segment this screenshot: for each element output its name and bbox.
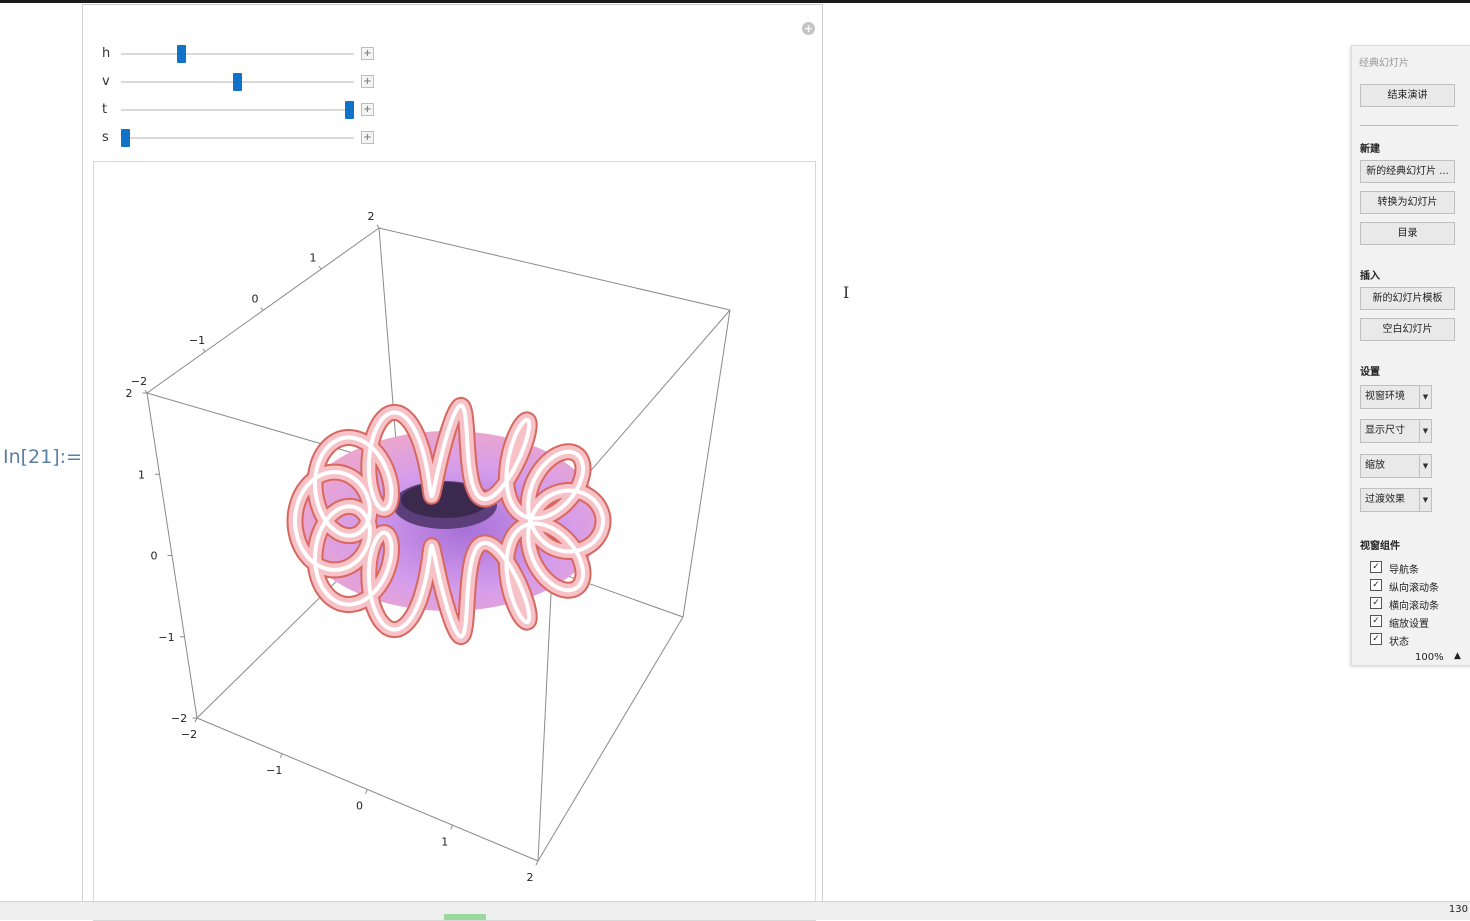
classic-slides-palette: 经典幻灯片 结束演讲 新建 新的经典幻灯片 ... 转换为幻灯片 目录 插入 新…: [1351, 45, 1470, 666]
chevron-down-icon[interactable]: ▼: [1419, 386, 1431, 408]
slider-h[interactable]: h +: [83, 44, 383, 64]
dropdown-label: 缩放: [1365, 460, 1385, 471]
table-of-contents-button[interactable]: 目录: [1360, 222, 1455, 245]
window-environment-dropdown[interactable]: 视窗环境 ▼: [1360, 385, 1432, 409]
chevron-down-icon[interactable]: ▼: [1419, 455, 1431, 477]
expand-icon[interactable]: +: [361, 131, 374, 144]
slider-label: s: [102, 130, 109, 145]
section-settings: 设置: [1360, 367, 1380, 378]
window-status-bar: 130: [0, 901, 1470, 920]
checkbox-vertical-scrollbar[interactable]: ✓ 纵向滚动条: [1370, 578, 1470, 594]
slider-thumb[interactable]: [345, 101, 354, 119]
chevron-up-icon[interactable]: ▲: [1454, 651, 1461, 661]
expand-icon[interactable]: +: [361, 47, 374, 60]
blank-slide-button[interactable]: 空白幻灯片: [1360, 318, 1455, 341]
progress-indicator: [444, 914, 486, 920]
plot-pane: [93, 161, 816, 921]
slider-v[interactable]: v +: [83, 72, 383, 92]
new-classic-slideshow-button[interactable]: 新的经典幻灯片 ...: [1360, 160, 1455, 183]
section-new: 新建: [1360, 144, 1380, 155]
input-cell-label: In[21]:=: [3, 446, 82, 468]
window-top-border: [0, 0, 1470, 3]
checkbox-check-icon[interactable]: ✓: [1370, 579, 1382, 591]
slider-thumb[interactable]: [177, 45, 186, 63]
checkbox-zoom-settings[interactable]: ✓ 缩放设置: [1370, 614, 1470, 630]
slider-thumb[interactable]: [233, 73, 242, 91]
chevron-down-icon[interactable]: ▼: [1419, 489, 1431, 511]
dropdown-label: 过渡效果: [1365, 494, 1405, 505]
dropdown-label: 视窗环境: [1365, 391, 1405, 402]
slider-label: v: [102, 74, 110, 89]
palette-zoom-level[interactable]: 100%: [1415, 652, 1444, 663]
slider-label: h: [102, 46, 111, 61]
checkbox-check-icon[interactable]: ✓: [1370, 615, 1382, 627]
text-cursor-icon: I: [843, 283, 850, 302]
add-bookmark-icon[interactable]: +: [802, 22, 815, 35]
section-window-elements: 视窗组件: [1360, 541, 1400, 552]
checkbox-status[interactable]: ✓ 状态: [1370, 632, 1470, 648]
checkbox-check-icon[interactable]: ✓: [1370, 597, 1382, 609]
expand-icon[interactable]: +: [361, 75, 374, 88]
palette-title: 经典幻灯片: [1359, 58, 1409, 69]
slider-track[interactable]: [121, 137, 354, 139]
display-size-dropdown[interactable]: 显示尺寸 ▼: [1360, 419, 1432, 443]
slider-track[interactable]: [121, 109, 354, 111]
dropdown-label: 显示尺寸: [1365, 425, 1405, 436]
expand-icon[interactable]: +: [361, 103, 374, 116]
chevron-down-icon[interactable]: ▼: [1419, 420, 1431, 442]
end-presentation-button[interactable]: 结束演讲: [1360, 84, 1455, 107]
checkbox-check-icon[interactable]: ✓: [1370, 633, 1382, 645]
zoom-dropdown[interactable]: 缩放 ▼: [1360, 454, 1432, 478]
transition-effect-dropdown[interactable]: 过渡效果 ▼: [1360, 488, 1432, 512]
window-zoom-readout[interactable]: 130: [1449, 904, 1468, 915]
convert-to-slideshow-button[interactable]: 转换为幻灯片: [1360, 191, 1455, 214]
section-insert: 插入: [1360, 271, 1380, 282]
checkbox-navigation-bar[interactable]: ✓ 导航条: [1370, 560, 1470, 576]
divider: [1360, 125, 1458, 126]
slider-label: t: [102, 102, 108, 117]
manipulate-panel: + h + v + t + s +: [82, 4, 823, 921]
slider-track[interactable]: [121, 53, 354, 55]
slider-t[interactable]: t +: [83, 100, 383, 120]
new-slide-template-button[interactable]: 新的幻灯片模板: [1360, 287, 1455, 310]
checkbox-check-icon[interactable]: ✓: [1370, 561, 1382, 573]
checkbox-horizontal-scrollbar[interactable]: ✓ 横向滚动条: [1370, 596, 1470, 612]
slider-s[interactable]: s +: [83, 128, 383, 148]
slider-thumb[interactable]: [121, 129, 130, 147]
